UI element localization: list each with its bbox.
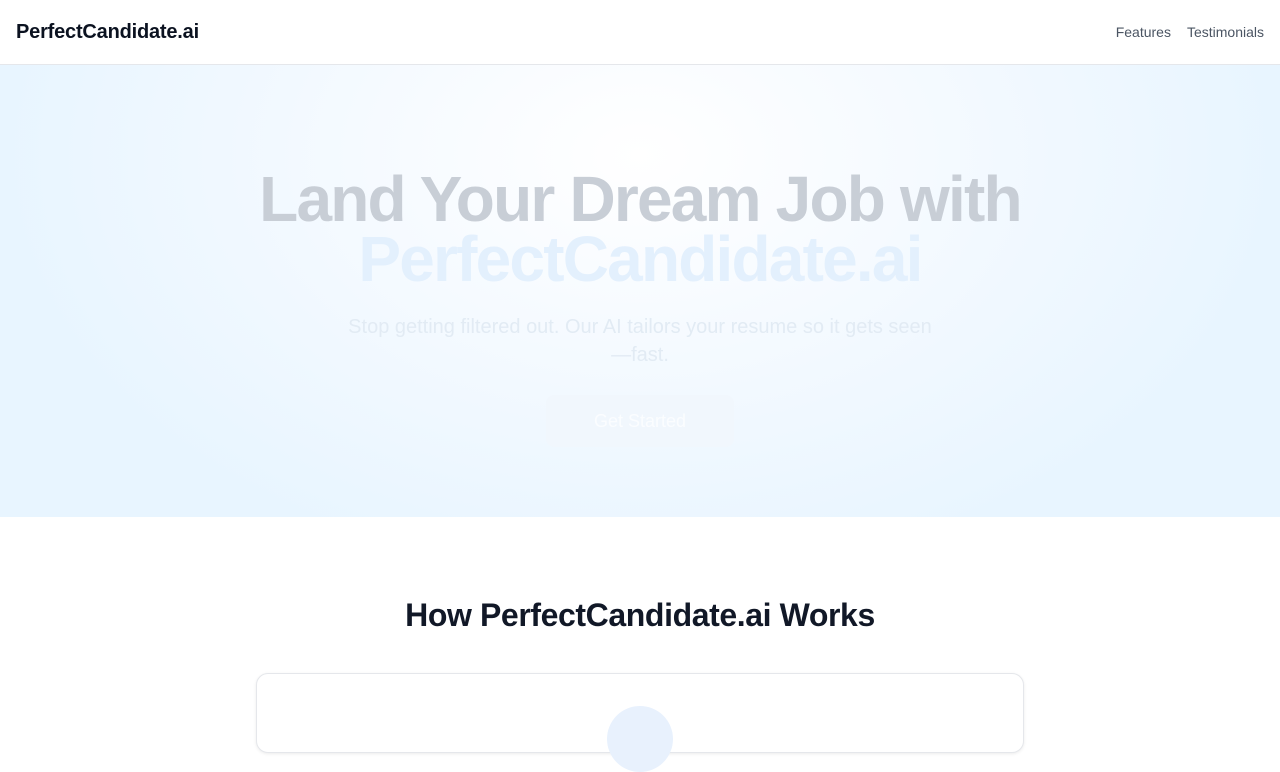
site-logo[interactable]: PerfectCandidate.ai	[16, 21, 199, 44]
nav-link-features[interactable]: Features	[1116, 24, 1171, 40]
main-nav: Features Testimonials	[1116, 24, 1264, 40]
step-icon	[607, 706, 673, 772]
how-it-works-title: How PerfectCandidate.ai Works	[405, 597, 875, 633]
hero-subtitle: Stop getting filtered out. Our AI tailor…	[348, 316, 932, 366]
hero-section: Land Your Dream Job with PerfectCandidat…	[0, 65, 1280, 517]
hero-title: Land Your Dream Job with PerfectCandidat…	[0, 167, 1280, 295]
get-started-button[interactable]: Get Started	[546, 395, 734, 447]
hero-content: Land Your Dream Job with PerfectCandidat…	[0, 167, 1280, 447]
hero-title-accent: PerfectCandidate.ai	[358, 223, 923, 295]
nav-link-testimonials[interactable]: Testimonials	[1187, 24, 1264, 40]
top-navbar: PerfectCandidate.ai Features Testimonial…	[0, 0, 1280, 65]
how-it-works-section: How PerfectCandidate.ai Works	[0, 517, 1280, 772]
step-card	[256, 673, 1024, 772]
